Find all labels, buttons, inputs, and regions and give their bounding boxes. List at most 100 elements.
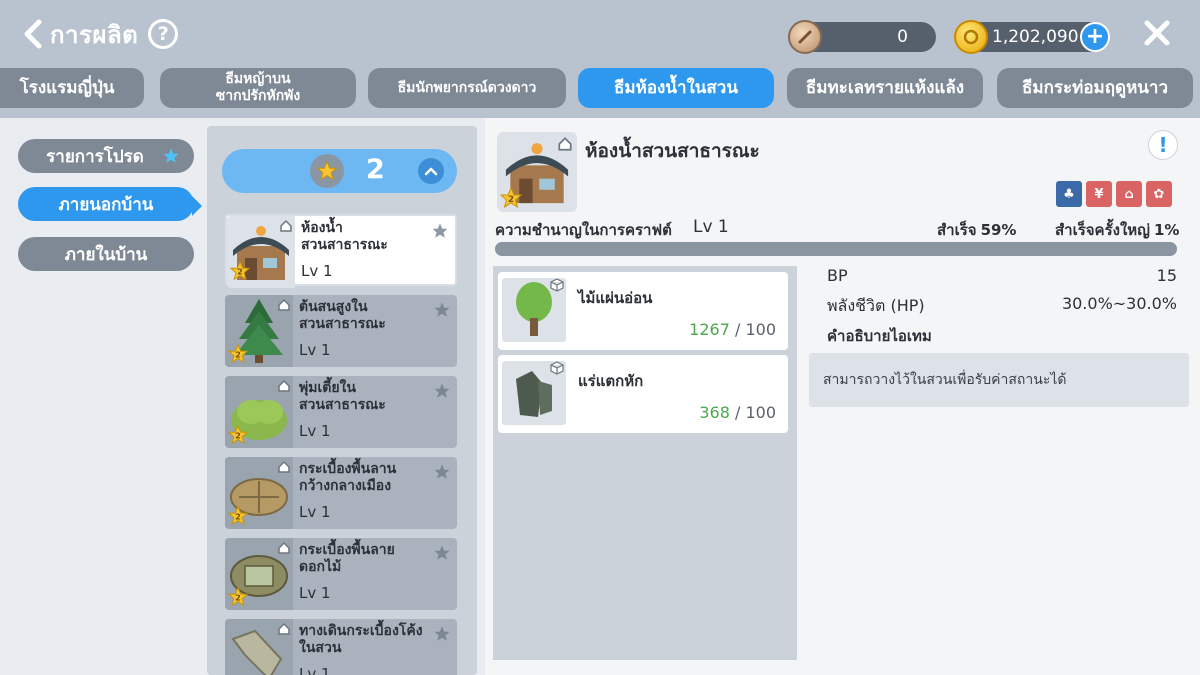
rank-star-icon: 2 <box>227 586 249 607</box>
tab-arid-desert[interactable]: ธีมทะเลทรายแห้งแล้ง <box>787 68 983 108</box>
tab-japanese-inn[interactable]: โรงแรมญี่ปุ่น <box>0 68 144 108</box>
stat-row-bp: BP 15 <box>827 266 1177 285</box>
filter-favorites-label: รายการโปรด <box>46 146 144 167</box>
material-need: / 100 <box>734 320 776 339</box>
home-icon: ⌂ <box>1116 181 1142 207</box>
tab-winter-cabin[interactable]: ธีมกระท่อมฤดูหนาว <box>997 68 1193 108</box>
gold-amount: 1,202,090 <box>992 27 1079 47</box>
top-bar: การผลิต ? 0 1,202,090 + โรงแรมญี่ปุ่น ธี… <box>0 0 1200 118</box>
success-label: สำเร็จ <box>937 221 977 239</box>
favorite-star-icon[interactable] <box>433 625 451 643</box>
item-level: Lv 1 <box>299 665 331 675</box>
gold-coin-icon <box>954 20 988 54</box>
rank-star-icon: 2 <box>227 505 249 526</box>
mastery-label: ความชำนาญในการคราฟต์ <box>495 221 672 239</box>
tab-ruins-grass[interactable]: ธีมหญ้าบน ซากปรักหักพัง <box>160 68 356 108</box>
svg-text:2: 2 <box>235 350 241 360</box>
material-card-soft-wood[interactable]: ไม้แผ่นอ่อน 1267 / 100 <box>498 272 788 350</box>
rank-star-icon: 2 <box>499 186 523 209</box>
collapse-button[interactable] <box>418 158 444 184</box>
item-name: ต้นสนสูงใน สวนสาธารณะ <box>299 299 386 332</box>
theme-tabs: โรงแรมญี่ปุ่น ธีมหญ้าบน ซากปรักหักพัง ธี… <box>0 68 1200 110</box>
item-level: Lv 1 <box>299 341 331 359</box>
material-name: แร่แตกหัก <box>578 372 644 390</box>
add-gold-button[interactable]: + <box>1080 22 1110 52</box>
description-label: คำอธิบายไอเทม <box>827 327 932 345</box>
material-need: / 100 <box>734 403 776 422</box>
success-value: 59% <box>980 221 1017 239</box>
star-icon <box>316 160 338 181</box>
svg-text:2: 2 <box>235 512 241 522</box>
yen-icon: ¥ <box>1086 181 1112 207</box>
material-quantity: 368 / 100 <box>699 403 776 422</box>
star-icon <box>163 148 179 163</box>
stat-value: 30.0%~30.0% <box>1061 294 1177 313</box>
item-level: Lv 1 <box>299 584 331 602</box>
tab-garden-restroom[interactable]: ธีมห้องน้ำในสวน <box>578 68 774 108</box>
svg-text:2: 2 <box>235 593 241 603</box>
star-rank-selector[interactable]: 2 <box>222 149 457 193</box>
filter-outdoor[interactable]: ภายนอกบ้าน <box>18 187 194 221</box>
material-name: ไม้แผ่นอ่อน <box>578 289 653 307</box>
item-card-plaza-tile[interactable]: 2 กระเบื้องพื้นลาน กว้างกลางเมือง Lv 1 <box>225 457 457 529</box>
material-quantity: 1267 / 100 <box>689 320 776 339</box>
stat-label: BP <box>827 266 848 285</box>
club-icon: ♣ <box>1056 181 1082 207</box>
item-level: Lv 1 <box>299 422 331 440</box>
material-card-broken-ore[interactable]: แร่แตกหัก 368 / 100 <box>498 355 788 433</box>
item-card-park-shrub[interactable]: 2 พุ่มเตี้ยใน สวนสาธารณะ Lv 1 <box>225 376 457 448</box>
great-success-rate: สำเร็จครั้งใหญ่ 1% <box>1055 218 1179 242</box>
favorite-star-icon[interactable] <box>433 544 451 562</box>
item-name: กระเบื้องพื้นลาย ดอกไม้ <box>299 542 395 575</box>
material-have: 1267 <box>689 320 730 339</box>
item-name: พุ่มเตี้ยใน สวนสาธารณะ <box>299 380 386 413</box>
house-icon <box>278 541 290 554</box>
item-name: กระเบื้องพื้นลาน กว้างกลางเมือง <box>299 461 397 494</box>
house-icon <box>558 137 572 151</box>
stat-row-hp: พลังชีวิต (HP) 30.0%~30.0% <box>827 294 1177 319</box>
attribute-tags: ♣ ¥ ⌂ ✿ <box>1056 181 1172 207</box>
back-button[interactable]: การผลิต ? <box>22 14 179 54</box>
great-success-value: 1% <box>1153 221 1180 239</box>
success-rate: สำเร็จ 59% <box>937 218 1016 242</box>
item-detail-panel: 2 ห้องน้ำสวนสาธารณะ ! ♣ ¥ ⌂ ✿ ความชำนาญใ… <box>485 118 1200 675</box>
item-card-park-pine[interactable]: 2 ต้นสนสูงใน สวนสาธารณะ Lv 1 <box>225 295 457 367</box>
description-box: สามารถวางไว้ในสวนเพื่อรับค่าสถานะได้ <box>809 353 1189 407</box>
item-name: ทางเดินกระเบื้องโค้ง ในสวน <box>299 623 423 656</box>
item-card-park-restroom[interactable]: 2 ห้องน้ำ สวนสาธารณะ Lv 1 <box>225 214 457 288</box>
favorite-star-icon[interactable] <box>433 301 451 319</box>
svg-text:2: 2 <box>508 195 514 205</box>
house-icon <box>278 622 290 635</box>
rank-star-icon: 2 <box>227 343 249 364</box>
favorite-star-icon[interactable] <box>433 463 451 481</box>
chevron-up-icon <box>424 167 438 176</box>
materials-panel: ไม้แผ่นอ่อน 1267 / 100 แร่แตกหัก 368 / 1… <box>493 266 797 660</box>
page-title: การผลิต <box>50 20 139 49</box>
info-button[interactable]: ! <box>1148 130 1178 160</box>
bronze-amount: 0 <box>897 27 908 47</box>
tag-icon: ✿ <box>1146 181 1172 207</box>
house-icon <box>278 379 290 392</box>
rank-star-icon: 2 <box>227 424 249 445</box>
cube-icon <box>550 361 564 375</box>
filter-indoor[interactable]: ภายในบ้าน <box>18 237 194 271</box>
tab-star-astrologer[interactable]: ธีมนักพยากรณ์ดวงดาว <box>368 68 566 108</box>
filter-favorites[interactable]: รายการโปรด <box>18 139 194 173</box>
great-success-label: สำเร็จครั้งใหญ่ <box>1055 221 1150 239</box>
stat-value: 15 <box>1156 266 1177 285</box>
bronze-currency-display: 0 <box>788 20 936 54</box>
detail-title: ห้องน้ำสวนสาธารณะ <box>585 140 760 162</box>
item-card-floral-tile[interactable]: 2 กระเบื้องพื้นลาย ดอกไม้ Lv 1 <box>225 538 457 610</box>
cube-icon <box>550 278 564 292</box>
favorite-star-icon[interactable] <box>431 222 449 240</box>
house-icon <box>278 460 290 473</box>
mastery-level: Lv 1 <box>693 217 729 237</box>
active-indicator <box>192 196 202 216</box>
house-icon <box>278 298 290 311</box>
help-button[interactable]: ? <box>148 19 179 49</box>
house-icon <box>280 219 292 232</box>
gold-currency-display: 1,202,090 + <box>954 20 1110 54</box>
close-icon[interactable] <box>1140 16 1174 50</box>
favorite-star-icon[interactable] <box>433 382 451 400</box>
item-card-curved-path[interactable]: ทางเดินกระเบื้องโค้ง ในสวน Lv 1 <box>225 619 457 675</box>
